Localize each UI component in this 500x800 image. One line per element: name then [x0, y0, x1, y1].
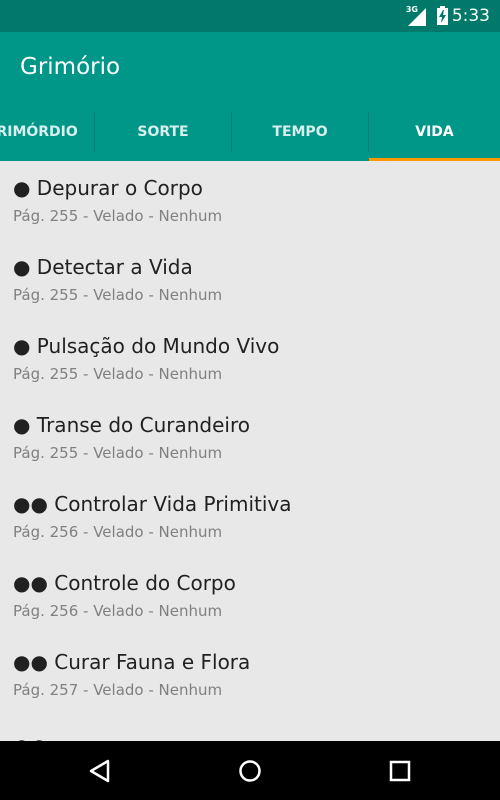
item-subtitle: Pág. 255 - Velado - Nenhum — [13, 207, 223, 225]
clock: 5:33 — [451, 6, 490, 26]
list-item[interactable]: ●● Controlar Vida Primitiva Pág. 256 - V… — [0, 477, 500, 556]
tab-label: TEMPO — [272, 124, 328, 140]
battery-charging-icon — [437, 6, 448, 25]
app-bar: Grimório — [0, 32, 500, 106]
item-subtitle: Pág. 256 - Velado - Nenhum — [13, 602, 223, 620]
item-title: ●● Curar Fauna e Flora — [13, 650, 251, 674]
item-subtitle: Pág. 256 - Velado - Nenhum — [13, 523, 223, 541]
list-item[interactable]: ● Transe do Curandeiro Pág. 255 - Velado… — [0, 398, 500, 477]
tab-vida[interactable]: VIDA — [369, 106, 500, 161]
item-title: ● Detectar a Vida — [13, 255, 193, 279]
app-title: Grimório — [20, 54, 121, 80]
list-item[interactable]: ● Detectar a Vida Pág. 255 - Velado - Ne… — [0, 240, 500, 319]
item-subtitle: Pág. 257 - Velado - Nenhum — [13, 681, 223, 699]
item-title: ● Depurar o Corpo — [13, 176, 203, 200]
tab-label: SORTE — [137, 124, 189, 140]
tab-bar: PRIMÓRDIO SORTE TEMPO VIDA — [0, 106, 500, 161]
tab-sorte[interactable]: SORTE — [95, 106, 231, 161]
app-screen: 3G 5:33 Grimório PRIMÓRDIO SORTE TEMPO V… — [0, 0, 500, 800]
item-title: ● Pulsação do Mundo Vivo — [13, 334, 280, 358]
spell-list[interactable]: ● Depurar o Corpo Pág. 255 - Velado - Ne… — [0, 161, 500, 741]
tab-label: PRIMÓRDIO — [0, 124, 78, 140]
navigation-bar — [0, 741, 500, 800]
tab-tempo[interactable]: TEMPO — [232, 106, 368, 161]
item-subtitle: Pág. 255 - Velado - Nenhum — [13, 286, 223, 304]
list-item[interactable]: ● Pulsação do Mundo Vivo Pág. 255 - Vela… — [0, 319, 500, 398]
tab-label: VIDA — [415, 124, 454, 140]
tab-primordio[interactable]: PRIMÓRDIO — [0, 106, 94, 161]
item-title: ●● Controlar Vida Primitiva — [13, 492, 292, 516]
list-item-partial[interactable]: ●● — [0, 714, 500, 741]
back-icon[interactable] — [80, 751, 120, 791]
recents-icon[interactable] — [380, 751, 420, 791]
item-subtitle: Pág. 255 - Velado - Nenhum — [13, 365, 223, 383]
item-title-partial: ●● — [13, 734, 48, 741]
list-item[interactable]: ●● Curar Fauna e Flora Pág. 257 - Velado… — [0, 635, 500, 714]
item-title: ● Transe do Curandeiro — [13, 413, 250, 437]
home-icon[interactable] — [230, 751, 270, 791]
item-subtitle: Pág. 255 - Velado - Nenhum — [13, 444, 223, 462]
signal-icon — [408, 8, 426, 26]
list-item[interactable]: ● Depurar o Corpo Pág. 255 - Velado - Ne… — [0, 161, 500, 240]
item-title: ●● Controle do Corpo — [13, 571, 236, 595]
status-bar: 3G 5:33 — [0, 0, 500, 32]
list-item[interactable]: ●● Controle do Corpo Pág. 256 - Velado -… — [0, 556, 500, 635]
